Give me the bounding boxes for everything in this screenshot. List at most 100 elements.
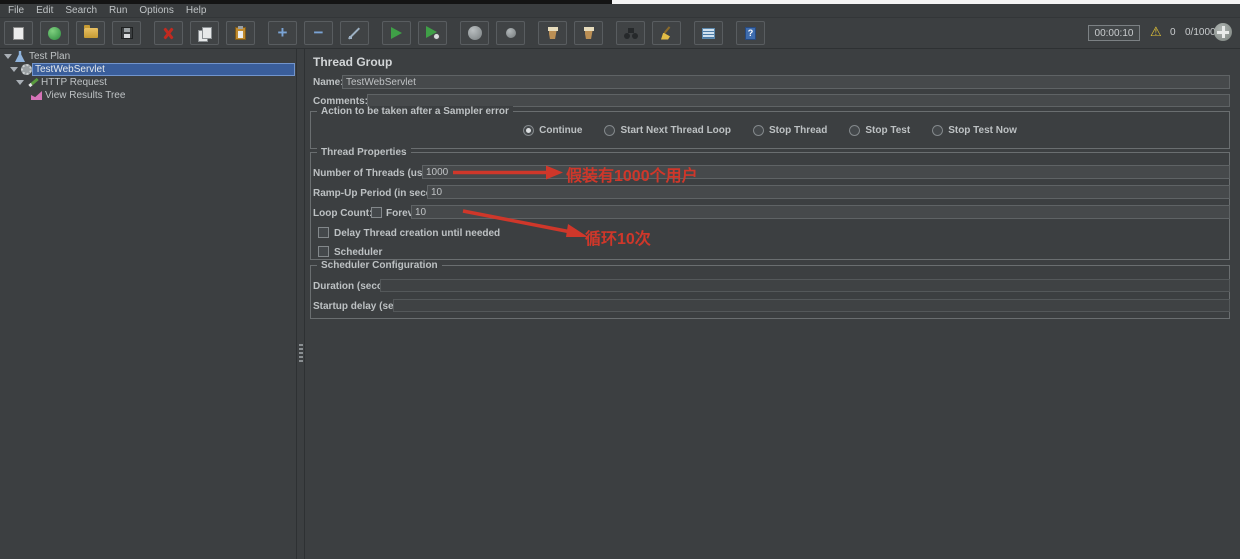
page-title: Thread Group: [313, 55, 393, 69]
radio-button-icon[interactable]: [932, 125, 944, 136]
menu-search[interactable]: Search: [65, 5, 97, 16]
jmeter-window: File Edit Search Run Options Help + − ? …: [0, 0, 1240, 559]
tree-label: Test Plan: [29, 51, 71, 62]
name-label: Name:: [313, 77, 344, 88]
shutdown-button[interactable]: [496, 21, 525, 45]
toolbar-expand-group: + −: [268, 21, 369, 45]
delay-thread-creation-label: Delay Thread creation until needed: [334, 228, 501, 239]
start-no-pauses-button[interactable]: [418, 21, 447, 45]
radio-stop-test-now[interactable]: Stop Test Now: [932, 125, 1017, 136]
warning-count: 0: [1170, 27, 1176, 38]
scheduler-checkbox[interactable]: [318, 246, 329, 257]
delay-thread-creation-checkbox[interactable]: [318, 227, 329, 238]
clear-all-button[interactable]: [574, 21, 603, 45]
templates-button[interactable]: [40, 21, 69, 45]
clear-all-icon: [583, 27, 595, 39]
duration-input: [380, 279, 1230, 292]
menu-bar: File Edit Search Run Options Help: [0, 4, 1240, 18]
threads-indicator-icon: [1214, 23, 1232, 41]
radio-start-next-thread-loop[interactable]: Start Next Thread Loop: [604, 125, 731, 136]
clear-icon: [547, 27, 559, 39]
radio-button-icon[interactable]: [523, 125, 535, 136]
paste-icon: [235, 25, 246, 40]
radio-button-icon[interactable]: [604, 125, 616, 136]
num-threads-input[interactable]: [422, 165, 1230, 179]
name-input[interactable]: [342, 75, 1230, 89]
split-pane-divider[interactable]: [296, 49, 305, 559]
radio-stop-test[interactable]: Stop Test: [849, 125, 910, 136]
copy-button[interactable]: [190, 21, 219, 45]
cut-button[interactable]: [154, 21, 183, 45]
expand-handle-icon[interactable]: [10, 67, 18, 72]
scheduler-config-legend: Scheduler Configuration: [317, 260, 442, 271]
sampler-error-legend: Action to be taken after a Sampler error: [317, 106, 513, 117]
expand-handle-icon[interactable]: [16, 80, 24, 85]
toggle-icon: [348, 27, 361, 40]
copy-icon: [198, 26, 212, 42]
stop-icon: [467, 26, 482, 40]
thread-properties-legend: Thread Properties: [317, 147, 411, 158]
function-helper-icon: [702, 27, 715, 39]
tree-item-http-request[interactable]: HTTP Request: [0, 76, 296, 89]
shutdown-icon: [505, 28, 516, 38]
collapse-all-button[interactable]: −: [304, 21, 333, 45]
test-plan-icon: [15, 51, 25, 62]
toolbar-help-group: ?: [736, 21, 765, 45]
menu-options[interactable]: Options: [139, 5, 173, 16]
stop-button[interactable]: [460, 21, 489, 45]
radio-stop-thread[interactable]: Stop Thread: [753, 125, 827, 136]
loop-count-input[interactable]: [411, 205, 1230, 219]
radio-continue[interactable]: Continue: [523, 125, 582, 136]
toolbar-stop-group: [460, 21, 525, 45]
toolbar-function-group: [694, 21, 723, 45]
help-book-icon: ?: [745, 26, 756, 40]
toolbar-search-group: [616, 21, 681, 45]
radio-label: Stop Test: [865, 125, 911, 136]
annotation-users: 假装有1000个用户: [566, 168, 698, 185]
divider-grip-icon: [299, 344, 303, 364]
elapsed-timer: 00:00:10: [1088, 25, 1140, 41]
help-button[interactable]: ?: [736, 21, 765, 45]
ramp-up-input[interactable]: [427, 185, 1230, 199]
play-no-pauses-icon: [425, 26, 440, 40]
toolbar-start-group: [382, 21, 447, 45]
radio-button-icon[interactable]: [849, 125, 861, 136]
new-file-icon: [13, 26, 24, 40]
clear-button[interactable]: [538, 21, 567, 45]
radio-button-icon[interactable]: [753, 125, 765, 136]
tree-item-test-plan[interactable]: Test Plan: [0, 50, 296, 63]
search-reset-button[interactable]: [652, 21, 681, 45]
toolbar-clear-group: [538, 21, 603, 45]
menu-file[interactable]: File: [8, 5, 24, 16]
function-helper-button[interactable]: [694, 21, 723, 45]
new-plan-button[interactable]: [4, 21, 33, 45]
open-button[interactable]: [76, 21, 105, 45]
radio-label: Start Next Thread Loop: [620, 125, 732, 136]
tree-item-thread-group[interactable]: TestWebServlet: [0, 63, 296, 76]
start-button[interactable]: [382, 21, 411, 45]
tree-label: TestWebServlet: [35, 64, 105, 75]
expand-all-button[interactable]: +: [268, 21, 297, 45]
play-icon: [391, 27, 402, 39]
menu-help[interactable]: Help: [186, 5, 207, 16]
tree-label: HTTP Request: [41, 77, 107, 88]
save-icon: [120, 27, 133, 39]
toggle-button[interactable]: [340, 21, 369, 45]
tree-label: View Results Tree: [45, 90, 126, 101]
startup-delay-input: [393, 299, 1230, 312]
save-button[interactable]: [112, 21, 141, 45]
annotation-loops: 循环10次: [585, 231, 651, 248]
expand-handle-icon[interactable]: [4, 54, 12, 59]
sampler-error-options: Continue Start Next Thread Loop Stop Thr…: [311, 125, 1229, 136]
thread-group-icon: [21, 64, 32, 75]
toolbar-edit-group: [154, 21, 255, 45]
paste-button[interactable]: [226, 21, 255, 45]
radio-label: Stop Thread: [769, 125, 828, 136]
toolbar-file-group: [4, 21, 141, 45]
menu-run[interactable]: Run: [109, 5, 127, 16]
search-button[interactable]: [616, 21, 645, 45]
log-warning-icon[interactable]: ⚠: [1150, 23, 1162, 41]
tree-item-view-results-tree[interactable]: View Results Tree: [0, 89, 296, 102]
menu-edit[interactable]: Edit: [36, 5, 53, 16]
forever-checkbox[interactable]: [371, 207, 382, 218]
